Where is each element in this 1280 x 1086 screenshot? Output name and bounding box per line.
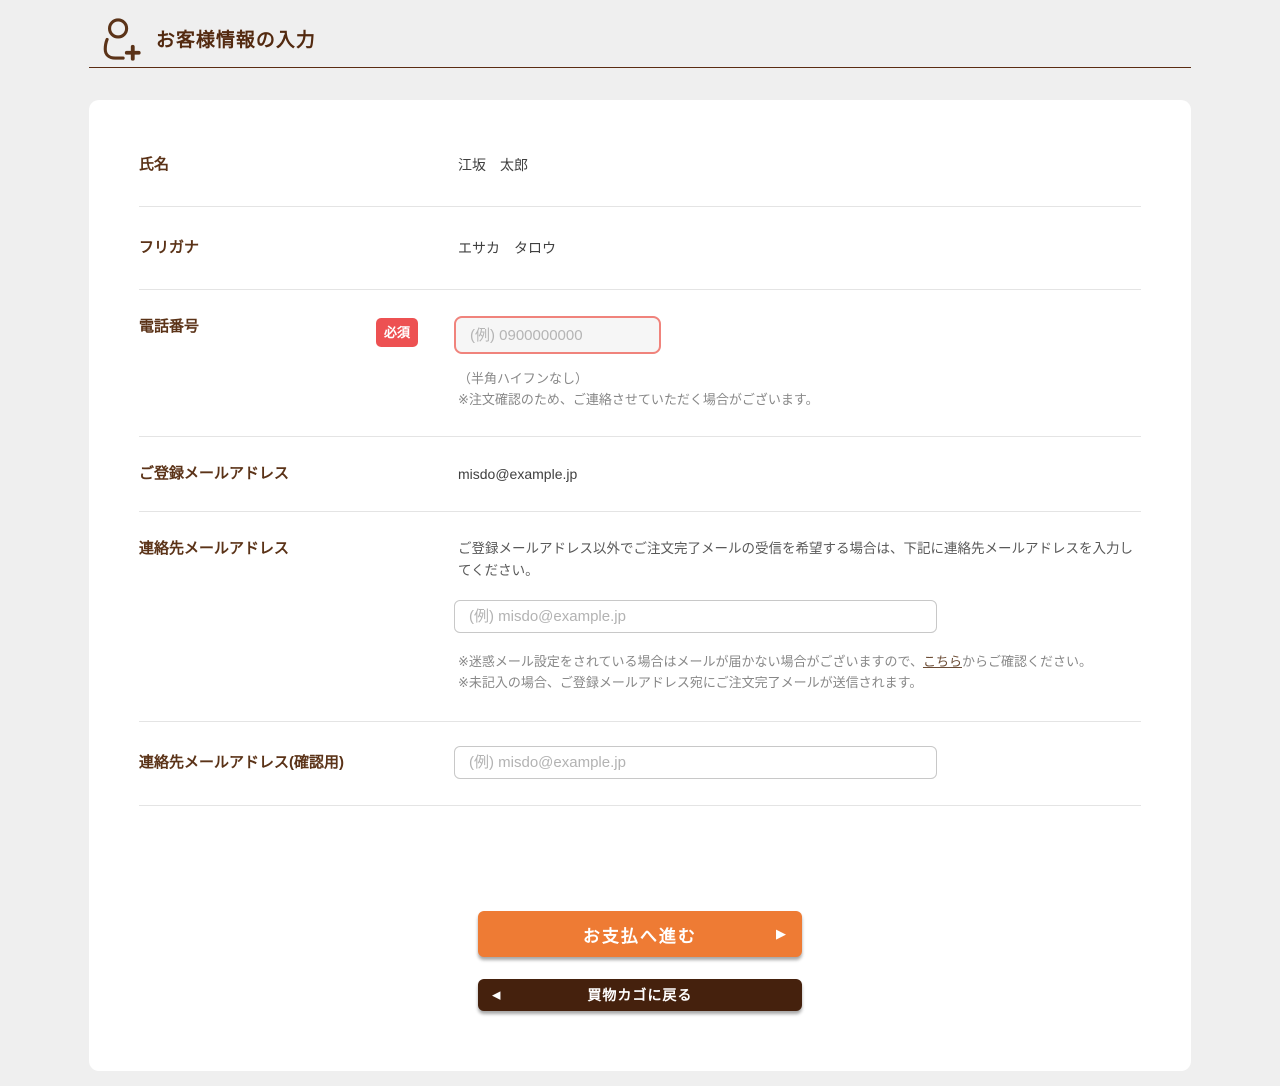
spam-note-tail: からご確認ください。 bbox=[962, 654, 1092, 669]
phone-input[interactable] bbox=[454, 316, 661, 354]
phone-note-format: （半角ハイフンなし） bbox=[458, 368, 1141, 389]
form-actions: お支払へ進む ▶ ◀ 買物カゴに戻る bbox=[139, 911, 1141, 1071]
arrow-left-icon: ◀ bbox=[492, 989, 500, 1002]
contact-email-note-blank: ※未記入の場合、ご登録メールアドレス宛にご注文完了メールが送信されます。 bbox=[458, 672, 1141, 693]
proceed-to-payment-button[interactable]: お支払へ進む ▶ bbox=[478, 911, 802, 957]
back-to-cart-button[interactable]: ◀ 買物カゴに戻る bbox=[478, 979, 802, 1011]
name-value: 江坂 太郎 bbox=[454, 157, 528, 173]
contact-email-confirm-label: 連絡先メールアドレス(確認用) bbox=[139, 754, 344, 771]
kochira-link[interactable]: こちら bbox=[923, 654, 962, 669]
spam-note-text: ※迷惑メール設定をされている場合はメールが届かない場合がございますので、 bbox=[458, 654, 923, 669]
page-header: お客様情報の入力 bbox=[89, 0, 1191, 68]
back-button-label: 買物カゴに戻る bbox=[588, 987, 693, 1003]
row-contact-email-confirm: 連絡先メールアドレス(確認用) bbox=[139, 722, 1141, 806]
contact-email-description: ご登録メールアドレス以外でご注文完了メールの受信を希望する場合は、下記に連絡先メ… bbox=[454, 538, 1141, 582]
contact-email-note-spam: ※迷惑メール設定をされている場合はメールが届かない場合がございますので、こちらか… bbox=[458, 651, 1141, 672]
registered-email-value: misdo@example.jp bbox=[454, 466, 577, 482]
row-name: 氏名 江坂 太郎 bbox=[139, 124, 1141, 207]
name-label: 氏名 bbox=[139, 156, 169, 173]
proceed-button-label: お支払へ進む bbox=[583, 927, 697, 946]
contact-email-confirm-input[interactable] bbox=[454, 746, 937, 779]
row-furigana: フリガナ エサカ タロウ bbox=[139, 207, 1141, 290]
row-phone: 電話番号 必須 （半角ハイフンなし） ※注文確認のため、ご連絡させていただく場合… bbox=[139, 290, 1141, 437]
arrow-right-icon: ▶ bbox=[776, 926, 786, 942]
row-contact-email: 連絡先メールアドレス ご登録メールアドレス以外でご注文完了メールの受信を希望する… bbox=[139, 512, 1141, 722]
phone-label: 電話番号 bbox=[139, 318, 199, 335]
registered-email-label: ご登録メールアドレス bbox=[139, 465, 289, 482]
person-add-icon bbox=[96, 17, 142, 61]
page-title: お客様情報の入力 bbox=[156, 25, 316, 52]
row-registered-email: ご登録メールアドレス misdo@example.jp bbox=[139, 437, 1141, 512]
required-badge: 必須 bbox=[376, 318, 418, 347]
phone-note-contact: ※注文確認のため、ご連絡させていただく場合がございます。 bbox=[458, 389, 1141, 410]
checkout-page: お客様情報の入力 氏名 江坂 太郎 フリガナ エサカ タロウ 電話番号 bbox=[89, 0, 1191, 1071]
contact-email-input[interactable] bbox=[454, 600, 937, 633]
contact-email-label: 連絡先メールアドレス bbox=[139, 540, 289, 557]
customer-info-card: 氏名 江坂 太郎 フリガナ エサカ タロウ 電話番号 必須 bbox=[89, 100, 1191, 1071]
furigana-value: エサカ タロウ bbox=[454, 240, 556, 256]
furigana-label: フリガナ bbox=[139, 239, 199, 256]
